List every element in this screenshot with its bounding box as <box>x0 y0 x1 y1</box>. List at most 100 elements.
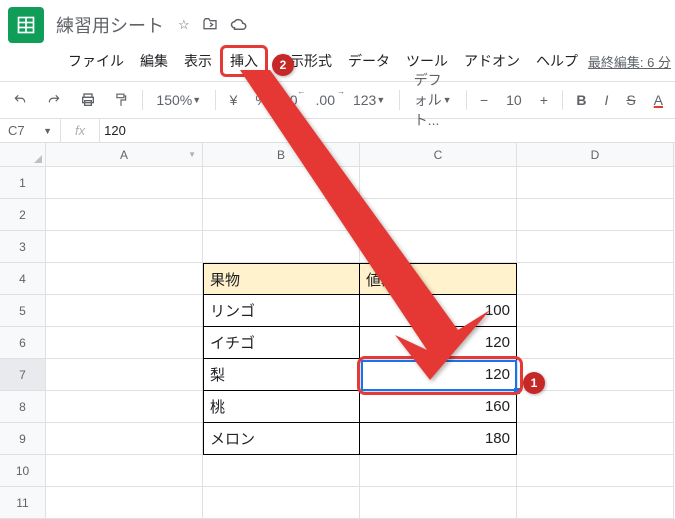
font-select[interactable]: デフォルト... ▼ <box>410 67 456 133</box>
cell-c9[interactable]: 180 <box>360 423 517 455</box>
row-header[interactable]: 8 <box>0 391 46 423</box>
col-header-a[interactable]: A▼ <box>46 143 203 166</box>
row-header[interactable]: 11 <box>0 487 46 519</box>
zoom-select[interactable]: 150% ▼ <box>152 89 205 111</box>
cell[interactable] <box>517 231 674 263</box>
col-header-b[interactable]: B <box>203 143 360 166</box>
cell[interactable] <box>360 455 517 487</box>
menu-help[interactable]: ヘルプ <box>528 47 586 75</box>
cell[interactable] <box>360 167 517 199</box>
chevron-down-icon: ▼ <box>43 126 52 136</box>
cell[interactable] <box>517 327 674 359</box>
format-currency-button[interactable]: ¥ <box>226 89 242 111</box>
select-all-corner[interactable] <box>0 143 46 166</box>
title-row: 練習用シート ☆ <box>8 7 675 43</box>
cell-b4[interactable]: 果物 <box>203 263 360 295</box>
row-header[interactable]: 6 <box>0 327 46 359</box>
row-header[interactable]: 4 <box>0 263 46 295</box>
cell[interactable] <box>46 359 203 391</box>
more-formats-button[interactable]: 123▼ <box>349 89 389 111</box>
col-header-d[interactable]: D <box>517 143 674 166</box>
redo-button[interactable] <box>42 90 66 110</box>
row-header[interactable]: 10 <box>0 455 46 487</box>
cell-b6[interactable]: イチゴ <box>203 327 360 359</box>
cell[interactable] <box>360 231 517 263</box>
cell-c7[interactable]: 120 <box>360 359 517 391</box>
cell-b7[interactable]: 梨 <box>203 359 360 391</box>
menu-insert-highlight: 挿入 <box>220 45 268 77</box>
row-header[interactable]: 3 <box>0 231 46 263</box>
cell[interactable] <box>203 167 360 199</box>
cell-c4[interactable]: 値段 <box>360 263 517 295</box>
cell[interactable] <box>517 199 674 231</box>
cell[interactable] <box>517 295 674 327</box>
cell-c8[interactable]: 160 <box>360 391 517 423</box>
menu-addons[interactable]: アドオン <box>456 47 528 75</box>
paint-format-button[interactable] <box>110 89 132 111</box>
name-box[interactable]: C7 ▼ <box>0 123 60 138</box>
cell[interactable] <box>46 327 203 359</box>
menu-file[interactable]: ファイル <box>60 47 132 75</box>
cell-c5[interactable]: 100 <box>360 295 517 327</box>
menu-view[interactable]: 表示 <box>176 47 220 75</box>
cell-reference: C7 <box>8 123 25 138</box>
cell[interactable] <box>46 391 203 423</box>
cell[interactable] <box>517 391 674 423</box>
cell[interactable] <box>517 167 674 199</box>
cell-b8[interactable]: 桃 <box>203 391 360 423</box>
row-header[interactable]: 5 <box>0 295 46 327</box>
row-header[interactable]: 7 <box>0 359 46 391</box>
fx-icon[interactable]: fx <box>61 123 99 138</box>
sheets-icon <box>16 15 36 35</box>
strikethrough-button[interactable]: S <box>622 89 639 111</box>
cell[interactable] <box>517 487 674 519</box>
cell-b5[interactable]: リンゴ <box>203 295 360 327</box>
cell-c6[interactable]: 120 <box>360 327 517 359</box>
bold-button[interactable]: B <box>572 89 590 111</box>
print-button[interactable] <box>76 89 100 111</box>
increase-decimal-button[interactable]: .00→ <box>312 89 339 111</box>
formula-input[interactable]: 120 <box>100 123 126 138</box>
text-color-button[interactable]: A <box>650 89 667 111</box>
font-size-input[interactable]: 10 <box>502 89 526 111</box>
col-header-c[interactable]: C <box>360 143 517 166</box>
font-size-increase[interactable]: + <box>536 89 552 111</box>
cell[interactable] <box>203 199 360 231</box>
cell[interactable] <box>203 455 360 487</box>
row-header[interactable]: 1 <box>0 167 46 199</box>
cell[interactable] <box>360 487 517 519</box>
row-header[interactable]: 2 <box>0 199 46 231</box>
app-header: 練習用シート ☆ ファイル 編集 表示 挿入 表示形式 データ ツール アドオン… <box>0 0 675 81</box>
cell[interactable] <box>203 231 360 263</box>
font-size-decrease[interactable]: − <box>476 89 492 111</box>
cell-b9[interactable]: メロン <box>203 423 360 455</box>
row-header[interactable]: 9 <box>0 423 46 455</box>
cell[interactable] <box>203 487 360 519</box>
italic-button[interactable]: I <box>600 89 612 111</box>
cell[interactable] <box>46 199 203 231</box>
decrease-decimal-button[interactable]: .0← <box>282 89 302 111</box>
cell[interactable] <box>517 455 674 487</box>
cell[interactable] <box>517 423 674 455</box>
undo-button[interactable] <box>8 90 32 110</box>
format-percent-button[interactable]: % <box>251 89 271 111</box>
last-edit-link[interactable]: 最終編集: 6 分 <box>588 52 671 71</box>
document-title[interactable]: 練習用シート <box>56 12 164 38</box>
cell[interactable] <box>46 231 203 263</box>
move-icon[interactable] <box>202 16 218 35</box>
cell[interactable] <box>46 295 203 327</box>
menu-insert[interactable]: 挿入 <box>228 49 260 73</box>
cell[interactable] <box>46 263 203 295</box>
selection-handle[interactable] <box>514 388 520 394</box>
cell[interactable] <box>46 167 203 199</box>
star-icon[interactable]: ☆ <box>178 17 190 33</box>
cell[interactable] <box>46 487 203 519</box>
cloud-status-icon[interactable] <box>230 17 248 34</box>
menu-edit[interactable]: 編集 <box>132 47 176 75</box>
sheets-logo-icon[interactable] <box>8 7 44 43</box>
cell[interactable] <box>46 455 203 487</box>
menu-data[interactable]: データ <box>340 47 398 75</box>
cell[interactable] <box>517 263 674 295</box>
cell[interactable] <box>46 423 203 455</box>
cell[interactable] <box>360 199 517 231</box>
